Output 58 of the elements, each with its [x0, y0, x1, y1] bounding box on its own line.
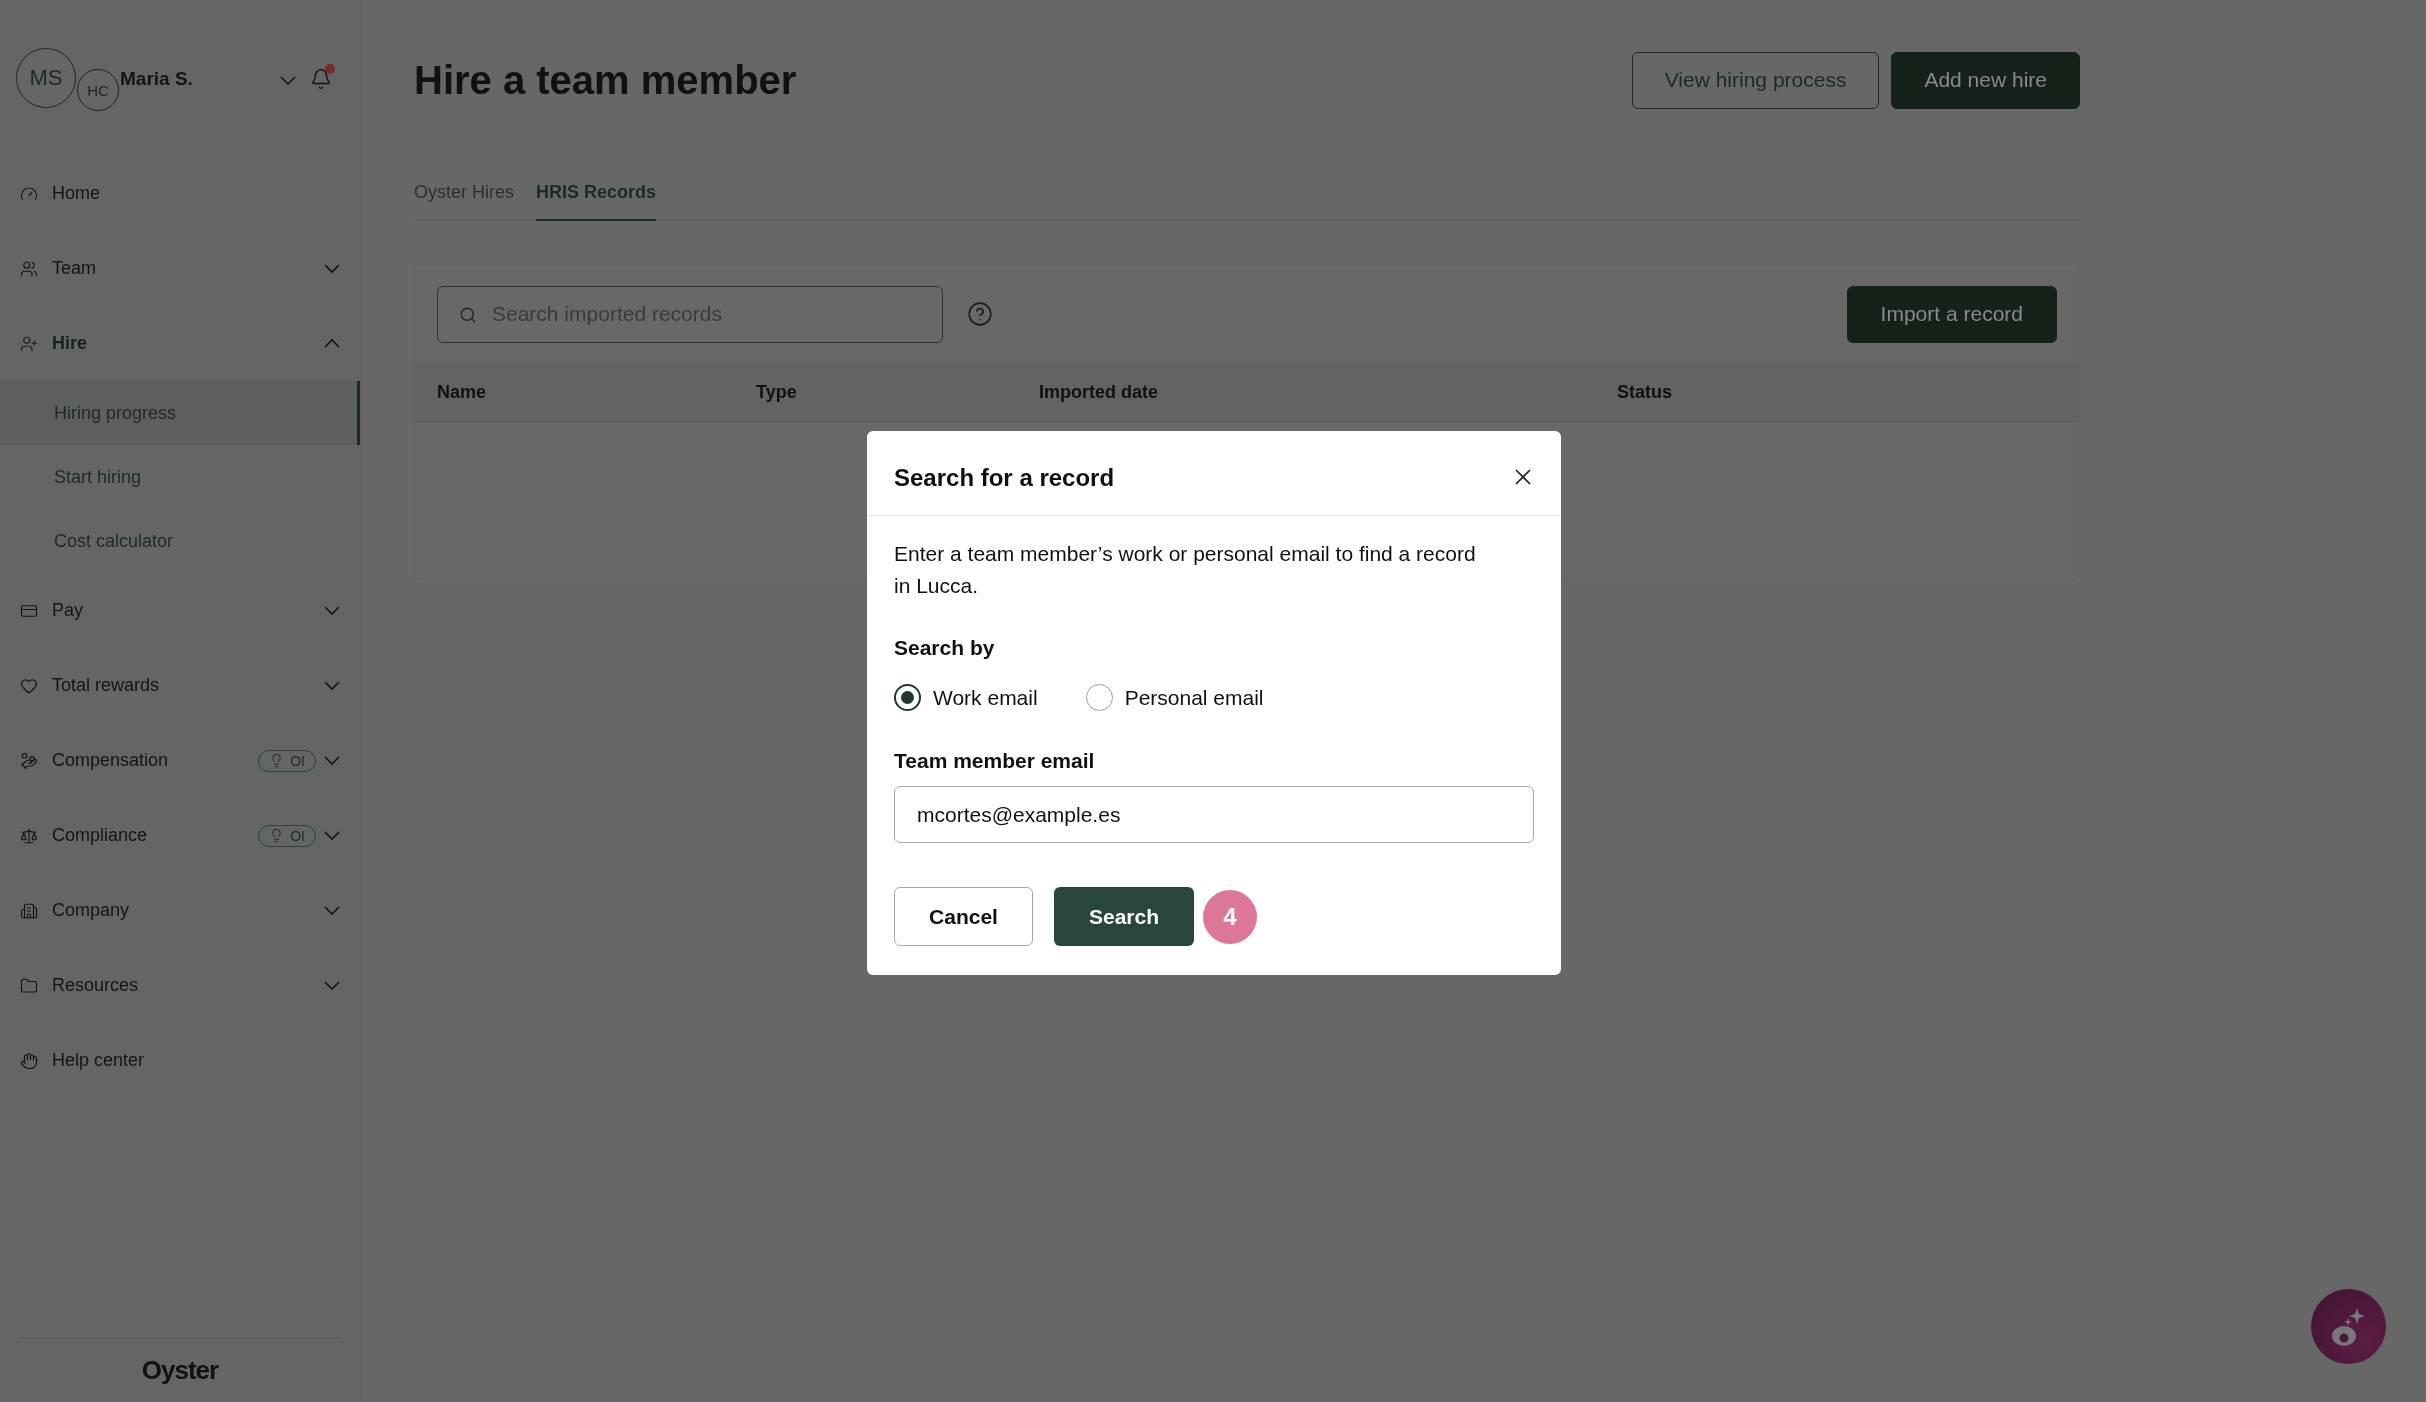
user-plus-icon: [20, 334, 38, 353]
user-avatar[interactable]: MS: [16, 48, 76, 108]
radio-option[interactable]: Personal email: [1085, 684, 1264, 711]
nav-subitem[interactable]: Start hiring: [0, 445, 360, 509]
nav-item[interactable]: Home: [0, 156, 360, 231]
folder-icon: [20, 976, 38, 995]
email-label: Team member email: [894, 749, 1096, 773]
nav-item[interactable]: Company: [0, 873, 360, 948]
search-icon: [459, 305, 477, 324]
chevron-down-icon: [324, 831, 340, 840]
radio-option[interactable]: Work email: [894, 684, 1038, 711]
gauge-icon: [20, 184, 38, 203]
tab[interactable]: HRIS Records: [536, 182, 657, 221]
chevron-down-icon: [324, 756, 340, 765]
sparkles-icon: [2331, 1306, 2366, 1347]
chevron-down-icon[interactable]: [280, 76, 296, 85]
tab[interactable]: Oyster Hires: [414, 182, 514, 221]
scale-icon: [20, 826, 38, 845]
dialog-title: Search for a record: [894, 464, 1115, 492]
nav-item[interactable]: Total rewards: [0, 648, 360, 723]
column-header: Type: [756, 382, 798, 403]
nav-item[interactable]: Help center: [0, 1023, 360, 1098]
step-badge: 4: [1203, 889, 1257, 944]
oyster-logo: Oyster: [141, 1355, 219, 1386]
building-icon: [20, 901, 38, 920]
chevron-down-icon: [324, 606, 340, 615]
column-header: Imported date: [1039, 382, 1159, 403]
nav-item[interactable]: Hire: [0, 306, 360, 381]
chevron-down-icon: [324, 906, 340, 915]
nav-subitem[interactable]: Cost calculator: [0, 509, 360, 573]
import-button[interactable]: Import a record: [1846, 285, 2057, 343]
heart-icon: [20, 676, 38, 695]
column-header: Name: [437, 382, 488, 403]
user-name: Maria S.: [120, 68, 194, 90]
users-icon: [20, 259, 38, 278]
help-icon[interactable]: [967, 301, 993, 327]
nav-item[interactable]: Pay: [0, 573, 360, 648]
nav-item[interactable]: Resources: [0, 948, 360, 1023]
nav-item[interactable]: Compensation OI: [0, 723, 360, 798]
hand-icon: [20, 1051, 38, 1070]
nav-item[interactable]: Team: [0, 231, 360, 306]
nav-item[interactable]: Compliance OI: [0, 798, 360, 873]
email-field[interactable]: mcortes@example.es: [894, 786, 1534, 843]
chevron-up-icon: [324, 339, 340, 348]
nav-subitem[interactable]: Hiring progress: [0, 381, 360, 445]
hand-coins-icon: [20, 751, 38, 770]
chevron-down-icon: [324, 681, 340, 690]
search-button[interactable]: Search: [1054, 887, 1194, 946]
add-hire-button[interactable]: Add new hire: [1891, 51, 2080, 109]
search-by-label: Search by: [894, 636, 996, 660]
chevron-down-icon: [324, 981, 340, 990]
page-title: Hire a team member: [414, 57, 797, 103]
dialog-description: Enter a team member’s work or personal email to find a record in Lucca.: [894, 541, 1477, 599]
cancel-button[interactable]: Cancel: [894, 887, 1033, 946]
view-process-button[interactable]: View hiring process: [1631, 51, 1880, 109]
chevron-down-icon: [324, 264, 340, 273]
company-avatar[interactable]: HC: [77, 69, 119, 111]
column-header: Status: [1617, 382, 1673, 403]
